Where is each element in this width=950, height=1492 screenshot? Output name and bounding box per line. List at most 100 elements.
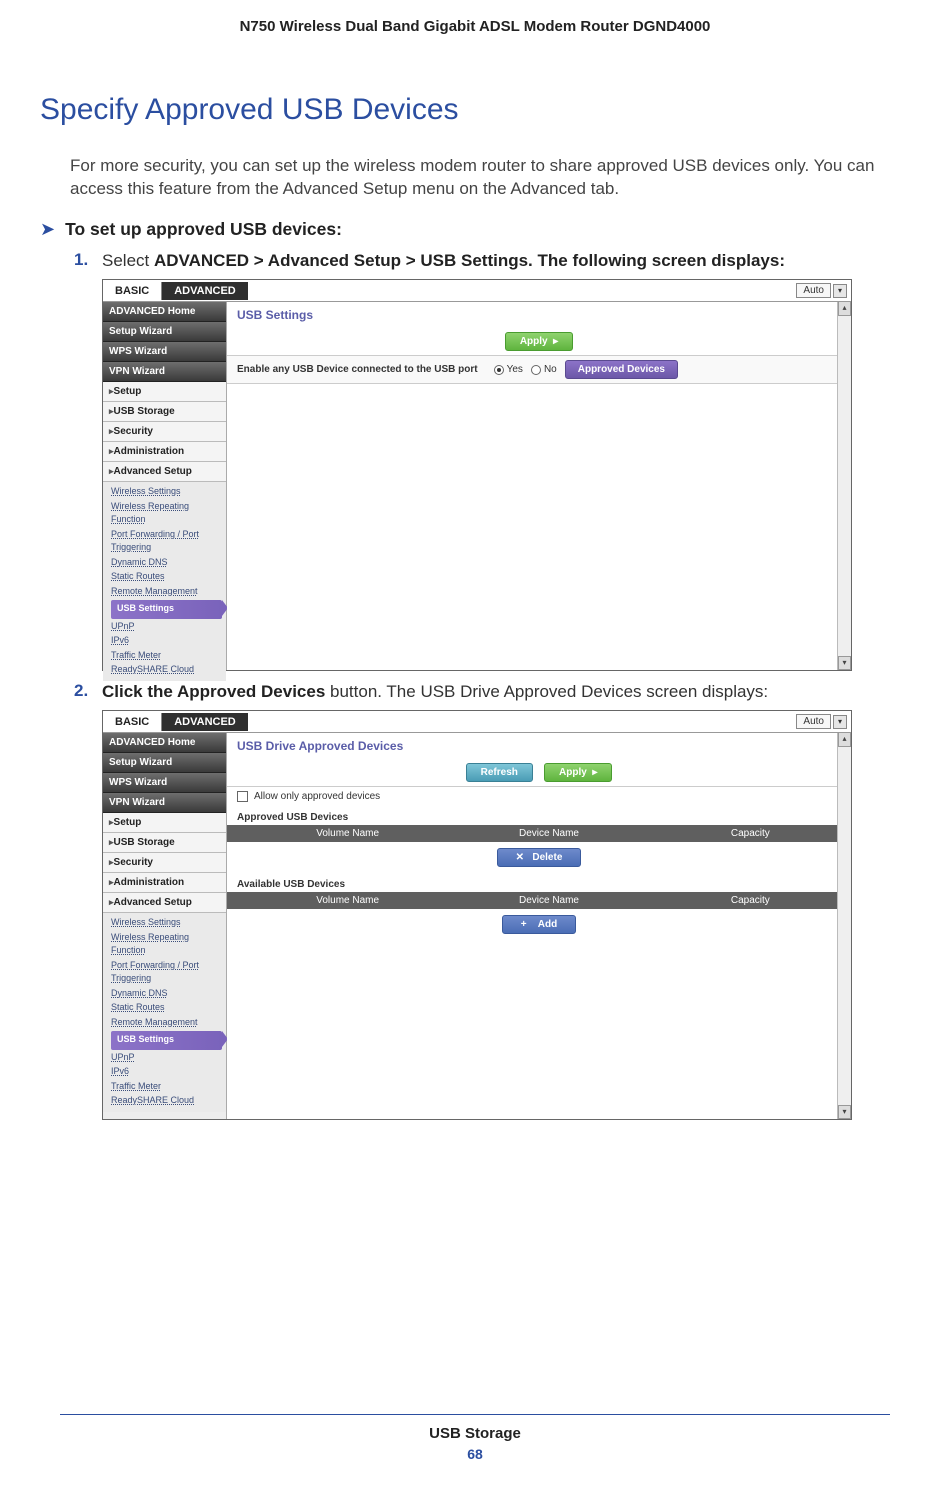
- page-footer: USB Storage 68: [0, 1414, 950, 1462]
- sub-ipv6-2[interactable]: IPv6: [111, 1065, 222, 1080]
- dropdown-icon-2[interactable]: ▾: [833, 715, 847, 729]
- radio-yes[interactable]: [494, 365, 504, 375]
- step-2-text: Click the Approved Devices button. The U…: [102, 681, 768, 704]
- sub-dynamic-dns[interactable]: Dynamic DNS: [111, 556, 222, 571]
- scrollbar-2[interactable]: ▴ ▾: [837, 733, 851, 1119]
- procedure-arrow-icon: ➤: [40, 219, 55, 241]
- panel-title-approved: USB Drive Approved Devices: [227, 733, 851, 759]
- nav-advanced-setup[interactable]: Advanced Setup: [103, 462, 226, 482]
- dropdown-icon[interactable]: ▾: [833, 284, 847, 298]
- sub-usb-settings-active[interactable]: USB Settings: [111, 600, 222, 619]
- tab-advanced-2[interactable]: ADVANCED: [162, 713, 248, 731]
- scroll-up-icon-2[interactable]: ▴: [838, 733, 851, 747]
- sub-static-routes-2[interactable]: Static Routes: [111, 1001, 222, 1016]
- col-device-name-2: Device Name: [448, 892, 649, 909]
- add-button[interactable]: + Add: [502, 915, 576, 934]
- nav-setup-wizard[interactable]: Setup Wizard: [103, 322, 226, 342]
- intro-paragraph: For more security, you can set up the wi…: [70, 155, 910, 201]
- sub-readyshare-2[interactable]: ReadySHARE Cloud: [111, 1094, 222, 1109]
- sub-wireless-repeating[interactable]: Wireless Repeating Function: [111, 500, 222, 528]
- nav-wps-wizard-2[interactable]: WPS Wizard: [103, 773, 226, 793]
- sub-upnp[interactable]: UPnP: [111, 620, 222, 635]
- approved-devices-button[interactable]: Approved Devices: [565, 360, 678, 379]
- available-usb-label: Available USB Devices: [227, 873, 851, 892]
- allow-only-checkbox[interactable]: [237, 791, 248, 802]
- sub-traffic-meter-2[interactable]: Traffic Meter: [111, 1080, 222, 1095]
- tab-basic[interactable]: BASIC: [103, 282, 162, 300]
- sub-ipv6[interactable]: IPv6: [111, 634, 222, 649]
- sub-static-routes[interactable]: Static Routes: [111, 570, 222, 585]
- nav-vpn-wizard-2[interactable]: VPN Wizard: [103, 793, 226, 813]
- col-volume-name: Volume Name: [247, 825, 448, 842]
- step-1-bold: ADVANCED > Advanced Setup > USB Settings…: [154, 251, 785, 270]
- radio-yes-label: Yes: [507, 364, 523, 375]
- scroll-up-icon[interactable]: ▴: [838, 302, 851, 316]
- sub-traffic-meter[interactable]: Traffic Meter: [111, 649, 222, 664]
- nav-vpn-wizard[interactable]: VPN Wizard: [103, 362, 226, 382]
- sidebar-2: ADVANCED Home Setup Wizard WPS Wizard VP…: [103, 733, 227, 1119]
- apply-button[interactable]: Apply ▸: [505, 332, 573, 351]
- panel-title-usb-settings: USB Settings: [227, 302, 851, 328]
- footer-section: USB Storage: [0, 1425, 950, 1442]
- sidebar: ADVANCED Home Setup Wizard WPS Wizard VP…: [103, 302, 227, 670]
- sub-wireless-settings[interactable]: Wireless Settings: [111, 485, 222, 500]
- step-1-pre: Select: [102, 251, 154, 270]
- screenshot-approved-devices: BASIC ADVANCED Auto ▾ ADVANCED Home Setu…: [102, 710, 852, 1120]
- tab-basic-2[interactable]: BASIC: [103, 713, 162, 731]
- nav-setup-wizard-2[interactable]: Setup Wizard: [103, 753, 226, 773]
- nav-advanced-setup-2[interactable]: Advanced Setup: [103, 893, 226, 913]
- sub-wireless-settings-2[interactable]: Wireless Settings: [111, 916, 222, 931]
- auto-select[interactable]: Auto: [796, 283, 831, 298]
- advanced-setup-sublist-2: Wireless Settings Wireless Repeating Fun…: [103, 913, 226, 1112]
- nav-setup-2[interactable]: Setup: [103, 813, 226, 833]
- available-table-header: Volume Name Device Name Capacity: [227, 892, 851, 909]
- nav-security[interactable]: Security: [103, 422, 226, 442]
- scrollbar[interactable]: ▴ ▾: [837, 302, 851, 670]
- approved-usb-label: Approved USB Devices: [227, 806, 851, 825]
- sub-remote-management[interactable]: Remote Management: [111, 585, 222, 600]
- footer-page-number: 68: [0, 1446, 950, 1462]
- radio-no[interactable]: [531, 365, 541, 375]
- col-capacity: Capacity: [650, 825, 851, 842]
- col-capacity-2: Capacity: [650, 892, 851, 909]
- sub-remote-management-2[interactable]: Remote Management: [111, 1016, 222, 1031]
- page-header: N750 Wireless Dual Band Gigabit ADSL Mod…: [0, 0, 950, 43]
- nav-setup[interactable]: Setup: [103, 382, 226, 402]
- sub-port-forwarding-2[interactable]: Port Forwarding / Port Triggering: [111, 959, 222, 987]
- step-1-number: 1.: [74, 250, 102, 270]
- nav-usb-storage[interactable]: USB Storage: [103, 402, 226, 422]
- sub-wireless-repeating-2[interactable]: Wireless Repeating Function: [111, 931, 222, 959]
- step-1-text: Select ADVANCED > Advanced Setup > USB S…: [102, 250, 785, 273]
- sub-readyshare[interactable]: ReadySHARE Cloud: [111, 663, 222, 678]
- nav-wps-wizard[interactable]: WPS Wizard: [103, 342, 226, 362]
- sub-usb-settings-active-2[interactable]: USB Settings: [111, 1031, 222, 1050]
- tab-advanced[interactable]: ADVANCED: [162, 282, 248, 300]
- nav-administration[interactable]: Administration: [103, 442, 226, 462]
- auto-select-2[interactable]: Auto: [796, 714, 831, 729]
- allow-only-label: Allow only approved devices: [254, 791, 380, 802]
- nav-security-2[interactable]: Security: [103, 853, 226, 873]
- scroll-down-icon[interactable]: ▾: [838, 656, 851, 670]
- scroll-down-icon-2[interactable]: ▾: [838, 1105, 851, 1119]
- step-2-rest: button. The USB Drive Approved Devices s…: [325, 682, 768, 701]
- sub-port-forwarding[interactable]: Port Forwarding / Port Triggering: [111, 528, 222, 556]
- delete-button[interactable]: ✕ Delete: [497, 848, 582, 867]
- panel-usb-settings: USB Settings Apply ▸ Enable any USB Devi…: [227, 302, 851, 670]
- apply-button-2[interactable]: Apply ▸: [544, 763, 612, 782]
- step-2-number: 2.: [74, 681, 102, 701]
- sub-dynamic-dns-2[interactable]: Dynamic DNS: [111, 987, 222, 1002]
- nav-advanced-home-2[interactable]: ADVANCED Home: [103, 733, 226, 753]
- radio-no-label: No: [544, 364, 557, 375]
- advanced-setup-sublist: Wireless Settings Wireless Repeating Fun…: [103, 482, 226, 681]
- procedure-title: To set up approved USB devices:: [65, 219, 342, 240]
- sub-upnp-2[interactable]: UPnP: [111, 1051, 222, 1066]
- col-volume-name-2: Volume Name: [247, 892, 448, 909]
- step-2-bold: Click the Approved Devices: [102, 682, 325, 701]
- nav-advanced-home[interactable]: ADVANCED Home: [103, 302, 226, 322]
- refresh-button[interactable]: Refresh: [466, 763, 533, 782]
- nav-usb-storage-2[interactable]: USB Storage: [103, 833, 226, 853]
- nav-administration-2[interactable]: Administration: [103, 873, 226, 893]
- panel-approved-devices: USB Drive Approved Devices Refresh Apply…: [227, 733, 851, 1119]
- col-device-name: Device Name: [448, 825, 649, 842]
- screenshot-usb-settings: BASIC ADVANCED Auto ▾ ADVANCED Home Setu…: [102, 279, 852, 671]
